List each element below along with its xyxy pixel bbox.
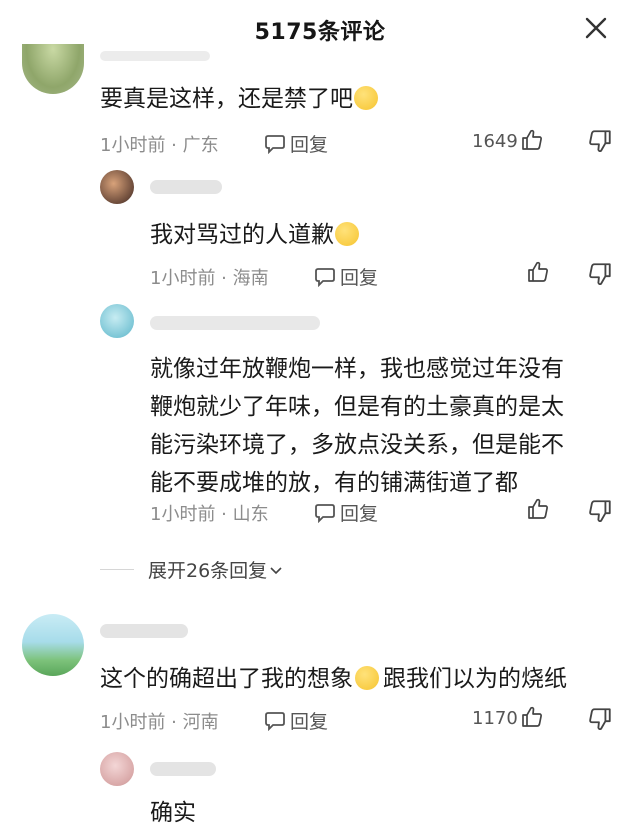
comment-time-location: 1小时前 · 山东	[150, 504, 269, 525]
dislike-button[interactable]	[587, 261, 613, 287]
reply-button[interactable]: 回复	[264, 707, 328, 734]
divider	[100, 569, 134, 570]
avatar[interactable]	[100, 752, 134, 786]
comments-header: 5175条评论	[0, 0, 640, 58]
reply-button[interactable]: 回复	[314, 263, 378, 290]
speech-bubble-icon	[265, 135, 285, 155]
speech-bubble-icon	[315, 504, 335, 524]
thumbs-up-icon	[521, 706, 542, 727]
comment-time-location: 1小时前 · 海南	[150, 268, 269, 289]
comment-count-title: 5175条评论	[254, 20, 386, 45]
like-count: 1649	[472, 131, 518, 152]
close-icon	[585, 17, 607, 39]
avatar[interactable]	[100, 170, 134, 204]
comment-time-location: 1小时前 · 河南	[100, 712, 219, 733]
username[interactable]	[150, 316, 320, 330]
dizzy-face-emoji	[355, 666, 379, 690]
thumbs-down-icon	[589, 708, 611, 731]
thumbs-up-icon	[521, 129, 542, 150]
close-button[interactable]	[582, 14, 610, 42]
comment-text: 就像过年放鞭炮一样，我也感觉过年没有 鞭炮就少了年味，但是有的土豪真的是太 能污…	[150, 356, 564, 496]
comment-text: 确实	[150, 800, 196, 826]
like-button[interactable]: 1649	[472, 128, 544, 152]
username[interactable]	[150, 762, 216, 776]
laughing-crying-emoji	[354, 86, 378, 110]
like-button[interactable]	[524, 497, 550, 521]
avatar[interactable]	[100, 304, 134, 338]
expand-replies-button[interactable]: 展开26条回复	[148, 556, 283, 583]
username[interactable]	[150, 180, 222, 194]
dislike-button[interactable]	[587, 498, 613, 524]
thumbs-up-icon	[528, 261, 548, 282]
speech-bubble-icon	[315, 268, 335, 288]
username[interactable]	[100, 51, 210, 61]
dislike-button[interactable]	[587, 128, 613, 154]
like-button[interactable]: 1170	[472, 705, 544, 729]
thumbs-down-icon	[589, 500, 611, 523]
chevron-down-icon	[270, 567, 282, 575]
comment-text: 这个的确超出了我的想象 跟我们以为的烧纸	[100, 666, 567, 692]
thumbs-up-icon	[528, 498, 548, 519]
comment-time-location: 1小时前 · 广东	[100, 135, 219, 156]
dislike-button[interactable]	[587, 706, 613, 732]
reply-button[interactable]: 回复	[264, 130, 328, 157]
username[interactable]	[100, 624, 188, 638]
comment-text: 要真是这样，还是禁了吧	[100, 80, 378, 118]
like-button[interactable]	[524, 260, 550, 284]
thumbs-down-icon	[589, 130, 611, 153]
tears-of-joy-emoji	[335, 222, 359, 246]
like-count: 1170	[472, 708, 518, 729]
thumbs-down-icon	[589, 263, 611, 286]
avatar[interactable]	[22, 44, 84, 94]
avatar[interactable]	[22, 614, 84, 676]
reply-button[interactable]: 回复	[314, 499, 378, 526]
speech-bubble-icon	[265, 712, 285, 732]
comment-text: 我对骂过的人道歉	[150, 216, 359, 254]
